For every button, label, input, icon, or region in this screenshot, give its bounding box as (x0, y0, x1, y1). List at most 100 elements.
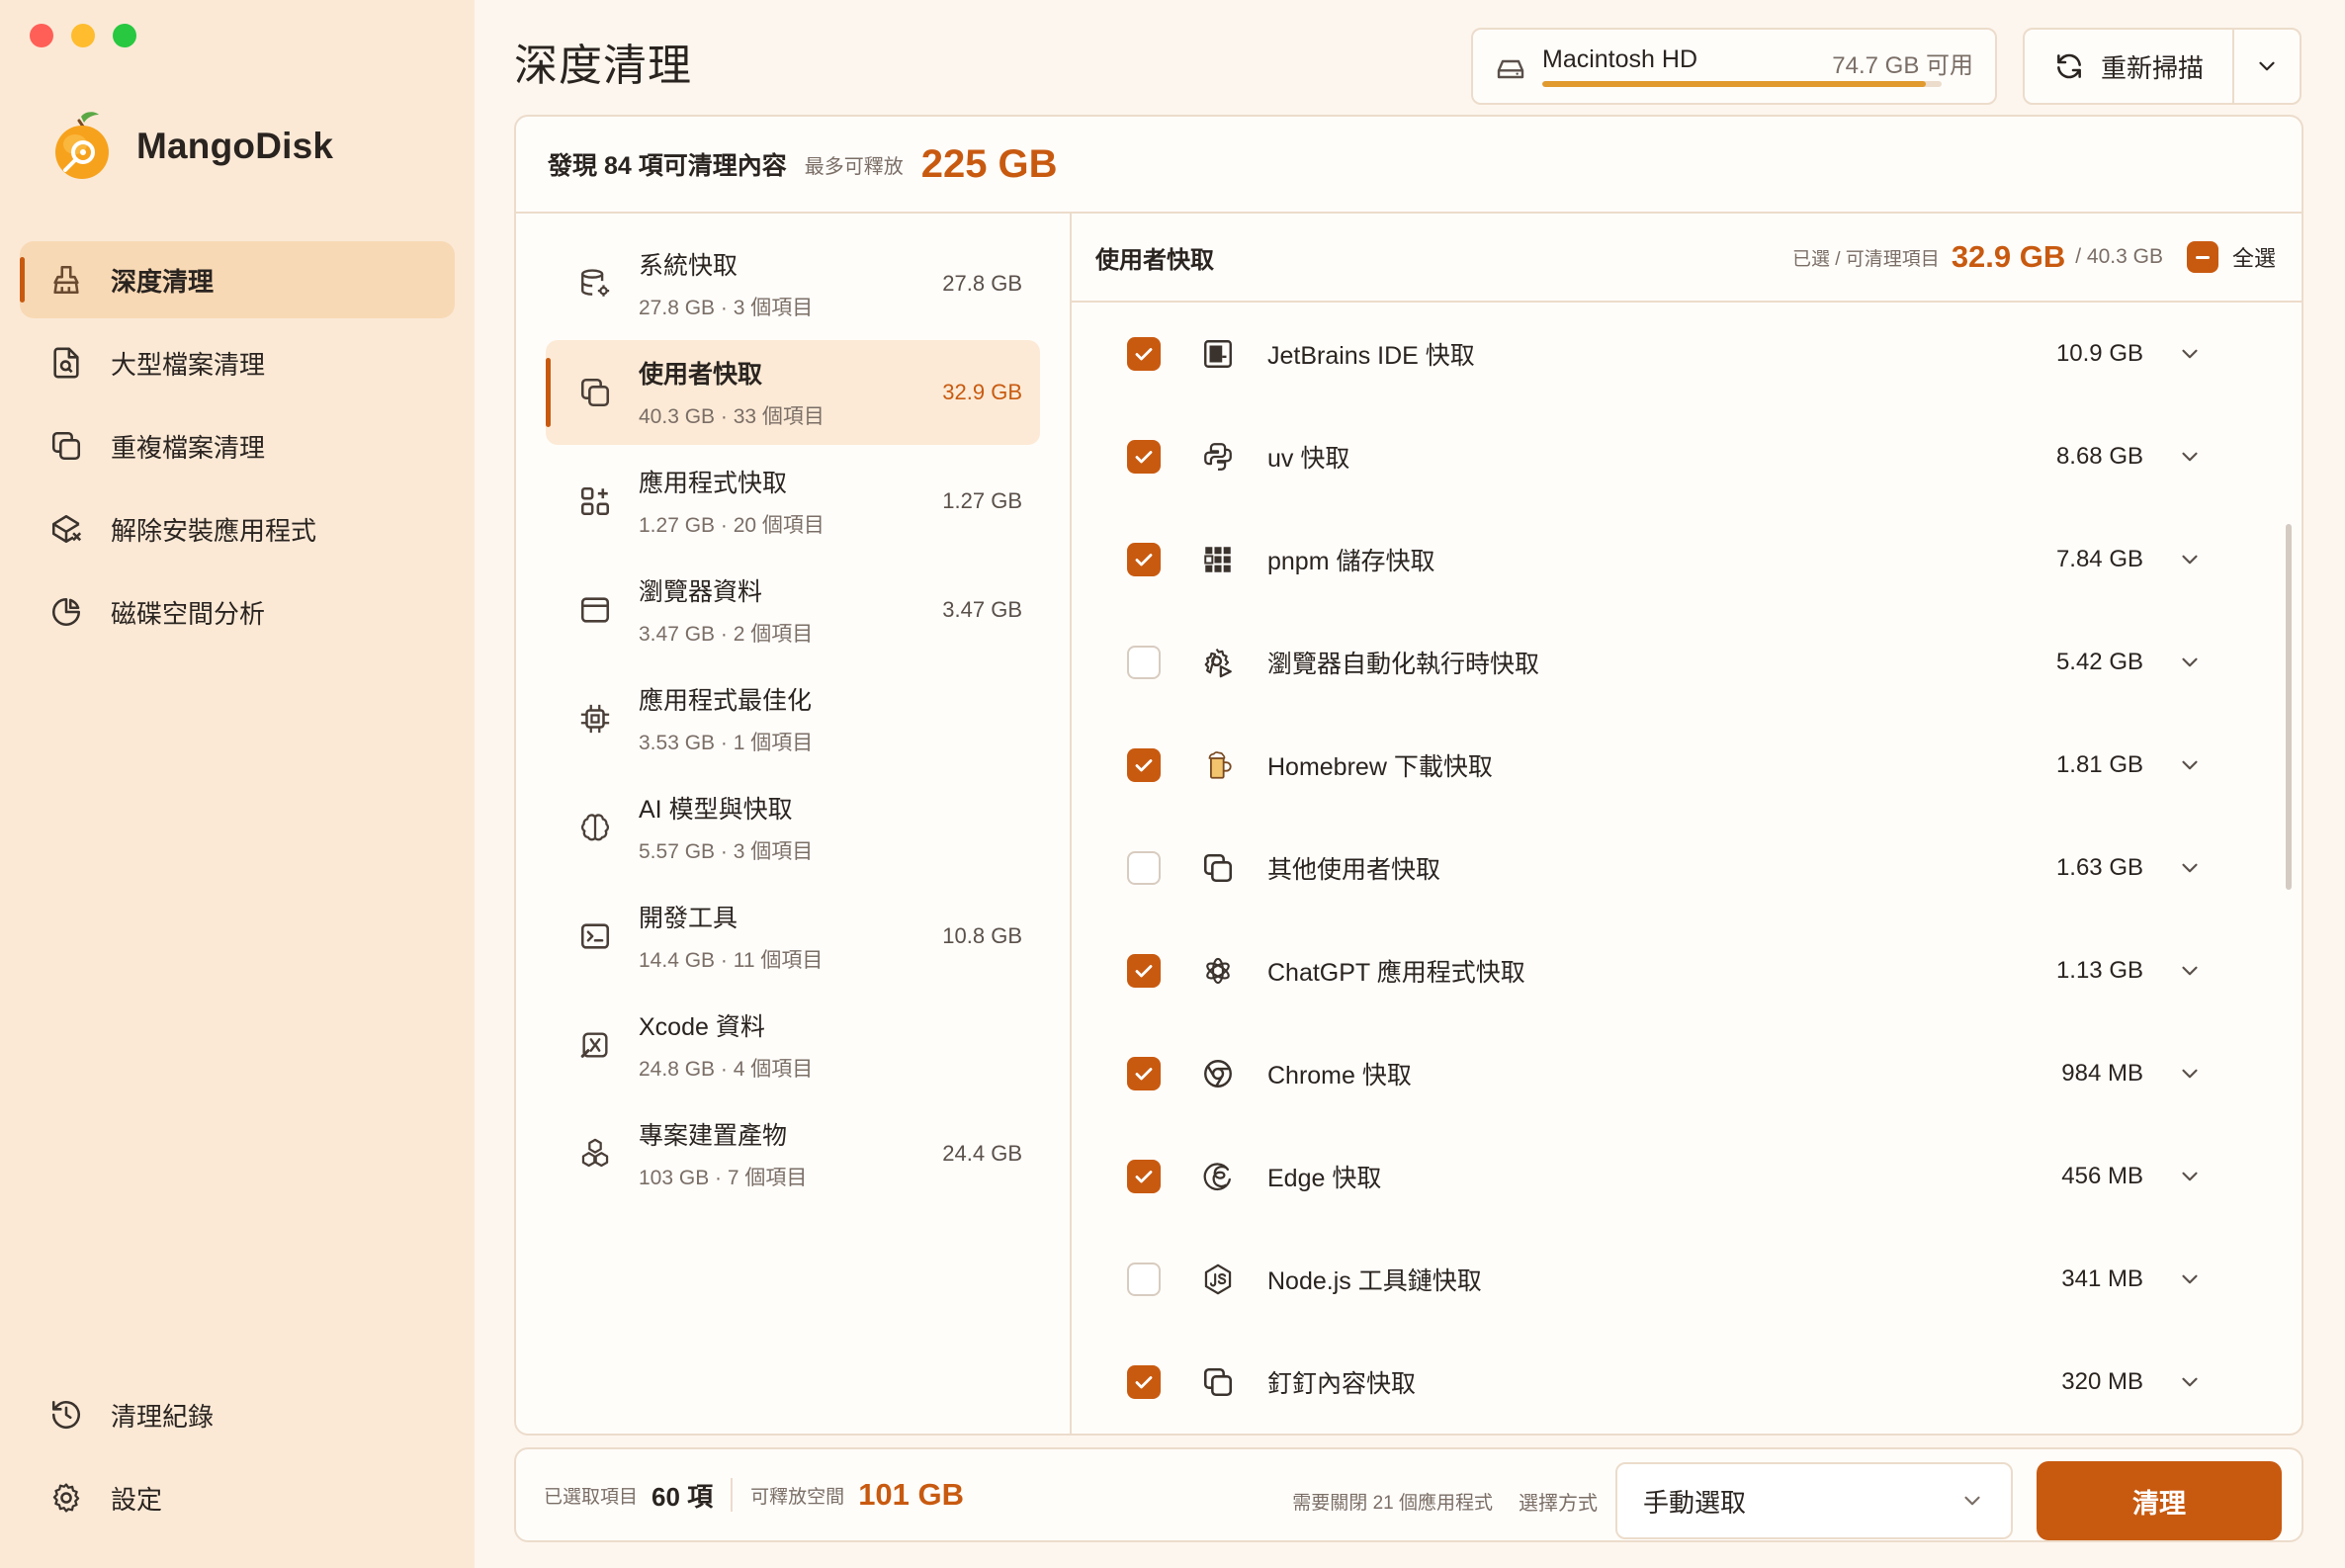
sidebar-nav: 深度清理 大型檔案清理 重複檔案清理 解除安裝應用程式 磁碟空間分析 (20, 241, 455, 656)
cache-item-row[interactable]: Chrome 快取 984 MB (1072, 1022, 2272, 1125)
select-all-toggle[interactable]: 全選 (2186, 241, 2276, 273)
cache-item-size: 341 MB (2061, 1265, 2143, 1292)
app-name: MangoDisk (136, 126, 334, 166)
category-subtitle: 40.3 GB · 33 個項目 (639, 405, 825, 428)
detail-header: 使用者快取 已選 / 可清理項目 32.9 GB / 40.3 GB 全選 (1072, 214, 2302, 303)
page-title: 深度清理 (514, 42, 692, 90)
expand-button[interactable] (2177, 958, 2203, 984)
checkbox-checked[interactable] (1127, 1057, 1161, 1090)
expand-button[interactable] (2177, 1266, 2203, 1292)
checkbox-unchecked[interactable] (1127, 1263, 1161, 1296)
selected-items-count: 60 項 (651, 1481, 714, 1512)
sidebar-item-uninstall[interactable]: 解除安裝應用程式 (20, 490, 455, 567)
expand-button[interactable] (2177, 444, 2203, 470)
checkbox-checked[interactable] (1127, 1365, 1161, 1399)
sidebar-item-large-files[interactable]: 大型檔案清理 (20, 324, 455, 401)
checkbox-checked[interactable] (1127, 748, 1161, 782)
window-controls (30, 24, 136, 47)
cache-item-row[interactable]: Node.js 工具鏈快取 341 MB (1072, 1228, 2272, 1331)
cache-item-row[interactable]: 釘釘內容快取 320 MB (1072, 1331, 2272, 1434)
file-search-icon (49, 346, 83, 380)
cache-item-row[interactable]: ChatGPT 應用程式快取 1.13 GB (1072, 919, 2272, 1022)
cache-item-name: 瀏覽器自動化執行時快取 (1267, 651, 1540, 678)
category-icon-wrap (575, 376, 615, 409)
category-icon-wrap (575, 593, 615, 627)
chevron-down-icon (1959, 1488, 1985, 1514)
category-item[interactable]: 瀏覽器資料 3.47 GB · 2 個項目 3.47 GB (546, 558, 1040, 662)
chevron-down-icon (2177, 958, 2203, 984)
category-icon-wrap (575, 267, 615, 301)
selection-mode-select[interactable]: 手動選取 (1615, 1462, 2013, 1539)
cache-item-icon-wrap (1198, 1365, 1238, 1399)
footer-actions: 需要關閉 21 個應用程式 選擇方式 手動選取 清理 (1292, 1461, 2282, 1540)
category-item[interactable]: 系統快取 27.8 GB · 3 個項目 27.8 GB (546, 231, 1040, 336)
cache-item-icon-wrap (1198, 440, 1238, 474)
rescan-button[interactable]: 重新掃描 (2025, 30, 2234, 103)
chevron-down-icon (2177, 1164, 2203, 1189)
checkbox-checked[interactable] (1127, 954, 1161, 988)
rescan-label: 重新掃描 (2100, 52, 2204, 83)
category-text: 應用程式快取 1.27 GB · 20 個項目 (639, 464, 942, 539)
expand-button[interactable] (2177, 1369, 2203, 1395)
cache-item-row[interactable]: pnpm 儲存快取 7.84 GB (1072, 508, 2272, 611)
scrollbar-thumb[interactable] (2286, 524, 2292, 890)
checkbox-checked[interactable] (1127, 337, 1161, 371)
category-text: 瀏覽器資料 3.47 GB · 2 個項目 (639, 572, 942, 648)
category-icon-wrap (575, 702, 615, 736)
sidebar-item-deep-clean[interactable]: 深度清理 (20, 241, 455, 318)
category-text: 專案建置產物 103 GB · 7 個項目 (639, 1116, 942, 1191)
cache-item-list[interactable]: JetBrains IDE 快取 10.9 GB uv 快取 8.68 GB pnpm … (1072, 303, 2272, 1434)
cache-item-icon-wrap (1198, 337, 1238, 371)
expand-button[interactable] (2177, 341, 2203, 367)
expand-button[interactable] (2177, 547, 2203, 572)
expand-button[interactable] (2177, 752, 2203, 778)
sidebar-item-duplicates[interactable]: 重複檔案清理 (20, 407, 455, 484)
checkbox-checked[interactable] (1127, 543, 1161, 576)
checkbox-unchecked[interactable] (1127, 646, 1161, 679)
category-item[interactable]: 應用程式最佳化 3.53 GB · 1 個項目 (546, 666, 1040, 771)
checkbox-checked[interactable] (1127, 440, 1161, 474)
category-item[interactable]: 使用者快取 40.3 GB · 33 個項目 32.9 GB (546, 340, 1040, 445)
results-panel: 發現 84 項可清理內容 最多可釋放 225 GB 系統快取 27.8 GB · … (514, 115, 2303, 1436)
rescan-menu-button[interactable] (2234, 30, 2300, 103)
selected-items-label: 已選取項目 (544, 1486, 639, 1508)
category-size: 1.27 GB (942, 488, 1022, 513)
checkmark-icon (1132, 959, 1156, 983)
category-item[interactable]: AI 模型與快取 5.57 GB · 3 個項目 (546, 775, 1040, 880)
sidebar-item-history[interactable]: 清理紀錄 (20, 1376, 455, 1453)
checkbox-unchecked[interactable] (1127, 851, 1161, 885)
clean-button[interactable]: 清理 (2037, 1461, 2282, 1540)
cache-item-size: 320 MB (2061, 1368, 2143, 1395)
checkmark-icon (1132, 1165, 1156, 1188)
disk-selector[interactable]: Macintosh HD 74.7 GB 可用 (1471, 28, 1997, 105)
chevron-down-icon (2177, 1266, 2203, 1292)
category-item[interactable]: 應用程式快取 1.27 GB · 20 個項目 1.27 GB (546, 449, 1040, 554)
chip-icon (578, 702, 612, 736)
sidebar-item-disk-analysis[interactable]: 磁碟空間分析 (20, 573, 455, 651)
cache-item-row[interactable]: JetBrains IDE 快取 10.9 GB (1072, 303, 2272, 405)
sidebar-item-settings[interactable]: 設定 (20, 1459, 455, 1536)
edge-icon (1201, 1160, 1235, 1193)
close-window-button[interactable] (30, 24, 53, 47)
cache-item-row[interactable]: uv 快取 8.68 GB (1072, 405, 2272, 508)
cache-item-row[interactable]: Edge 快取 456 MB (1072, 1125, 2272, 1228)
category-subtitle: 1.27 GB · 20 個項目 (639, 514, 825, 537)
expand-button[interactable] (2177, 1061, 2203, 1087)
minimize-window-button[interactable] (71, 24, 95, 47)
cache-item-icon-wrap (1198, 1057, 1238, 1090)
expand-button[interactable] (2177, 650, 2203, 675)
cache-item-row[interactable]: Homebrew 下載快取 1.81 GB (1072, 714, 2272, 817)
category-item[interactable]: 開發工具 14.4 GB · 11 個項目 10.8 GB (546, 884, 1040, 989)
zoom-window-button[interactable] (113, 24, 136, 47)
expand-button[interactable] (2177, 855, 2203, 881)
category-item[interactable]: 專案建置產物 103 GB · 7 個項目 24.4 GB (546, 1101, 1040, 1206)
cache-item-row[interactable]: 瀏覽器自動化執行時快取 5.42 GB (1072, 611, 2272, 714)
sidebar-item-label: 磁碟空間分析 (111, 598, 266, 629)
chrome-icon (1201, 1057, 1235, 1090)
category-icon-wrap (575, 484, 615, 518)
checkbox-checked[interactable] (1127, 1160, 1161, 1193)
category-text: 系統快取 27.8 GB · 3 個項目 (639, 246, 942, 321)
category-item[interactable]: Xcode 資料 24.8 GB · 4 個項目 (546, 993, 1040, 1097)
cache-item-row[interactable]: 其他使用者快取 1.63 GB (1072, 817, 2272, 919)
expand-button[interactable] (2177, 1164, 2203, 1189)
